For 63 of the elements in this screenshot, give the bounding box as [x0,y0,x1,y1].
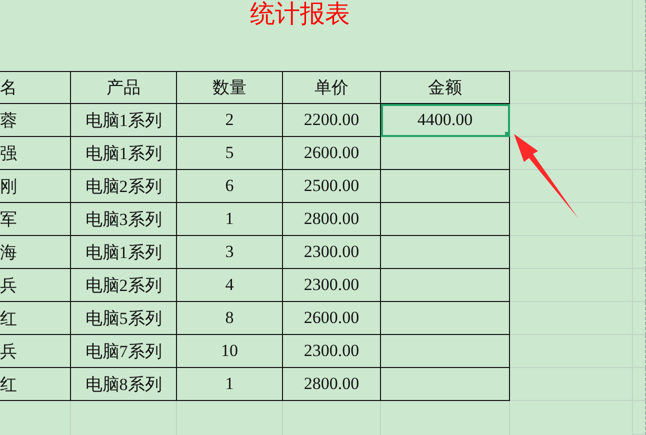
table-cell: 电脑1系列 [71,236,177,269]
table-cell: 5 [177,137,283,170]
table-cell[interactable] [381,170,510,203]
column-header: 产品 [71,71,177,104]
table-cell: 海 [0,236,71,269]
empty-cell [633,302,646,335]
empty-cell [633,0,646,71]
empty-cell [633,104,646,137]
table-cell: 4 [177,269,283,302]
table-cell: 2800.00 [283,203,381,236]
column-header: 单价 [283,71,381,104]
table-cell: 2600.00 [283,137,381,170]
table-cell: 10 [177,335,283,368]
table-cell[interactable] [381,335,510,368]
empty-cell [633,401,646,435]
empty-cell [633,368,646,401]
table-cell: 刚 [0,170,71,203]
table-cell[interactable] [381,203,510,236]
empty-cell [633,137,646,170]
table-cell: 电脑8系列 [71,368,177,401]
table-cell: 2200.00 [283,104,381,137]
column-header: 金额 [381,71,510,104]
table-cell: 2300.00 [283,269,381,302]
table-cell: 1 [177,368,283,401]
table-cell: 2800.00 [283,368,381,401]
table-cell[interactable] [381,302,510,335]
table-cell: 2 [177,104,283,137]
table-cell: 1 [177,203,283,236]
selected-cell[interactable]: 4400.00 [381,104,510,137]
table-cell: 2500.00 [283,170,381,203]
table-cell: 红 [0,368,71,401]
table-cell: 蓉 [0,104,71,137]
table-cell[interactable] [381,368,510,401]
column-header: 名 [0,71,71,104]
empty-cell [633,269,646,302]
table-cell: 电脑1系列 [71,137,177,170]
table-cell: 电脑2系列 [71,269,177,302]
empty-cell [633,170,646,203]
empty-cell [633,71,646,104]
table-cell: 电脑5系列 [71,302,177,335]
empty-cell [633,335,646,368]
table-cell: 强 [0,137,71,170]
table-cell: 兵 [0,269,71,302]
table-cell[interactable] [381,269,510,302]
table-cell: 电脑1系列 [71,104,177,137]
table-cell: 3 [177,236,283,269]
table-cell: 电脑2系列 [71,170,177,203]
table-cell: 军 [0,203,71,236]
column-header: 数量 [177,71,283,104]
table-cell: 兵 [0,335,71,368]
empty-cell [633,236,646,269]
table-cell: 红 [0,302,71,335]
report-title: 统计报表 [250,0,350,30]
empty-cell [633,203,646,236]
table-cell: 8 [177,302,283,335]
table-cell: 电脑3系列 [71,203,177,236]
table-cell: 2600.00 [283,302,381,335]
table-cell: 电脑7系列 [71,335,177,368]
table-cell[interactable] [381,137,510,170]
table-cell: 2300.00 [283,236,381,269]
table-cell: 6 [177,170,283,203]
table-cell[interactable] [381,236,510,269]
table-cell: 2300.00 [283,335,381,368]
